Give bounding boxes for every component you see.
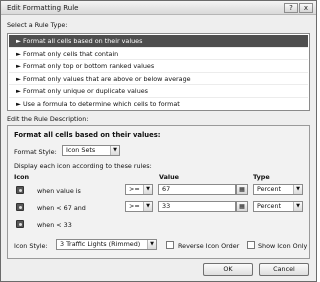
arrow-icon: ► [16, 37, 21, 45]
dropdown-arrow-icon: ▼ [143, 202, 152, 211]
rule-type-label: Format all cells based on their values [23, 37, 143, 45]
title-bar: Edit Formatting Rule ? x [1, 1, 316, 15]
display-rules-text: Display each icon according to these rul… [14, 162, 152, 170]
arrow-icon: ► [16, 74, 21, 83]
cancel-button[interactable]: Cancel [259, 263, 309, 276]
row1-type-select[interactable]: Percent ▼ [253, 184, 303, 195]
rule-type-label: Format only cells that contain [23, 49, 119, 58]
rule-type-list: ► Format all cells based on their values … [7, 33, 310, 111]
show-icon-only-label[interactable]: Show Icon Only [258, 242, 307, 250]
dialog-title: Edit Formatting Rule [7, 4, 79, 12]
dropdown-arrow-icon: ▼ [110, 146, 119, 155]
traffic-light-green-icon[interactable] [16, 186, 24, 194]
rule-heading: Format all cells based on their values: [14, 131, 161, 139]
row1-operator-value: >= [129, 185, 140, 193]
ok-button[interactable]: OK [203, 263, 253, 276]
rule-type-item-top-bottom[interactable]: ► Format only top or bottom ranked values [9, 60, 308, 73]
traffic-light-red-icon[interactable] [16, 220, 24, 228]
icon-column-header: Icon [14, 173, 30, 181]
rule-type-item-unique[interactable]: ► Format only unique or duplicate values [9, 85, 308, 98]
row2-type-select[interactable]: Percent ▼ [253, 201, 303, 212]
reverse-icon-order-checkbox[interactable] [166, 241, 174, 249]
rule-type-item-contain[interactable]: ► Format only cells that contain [9, 48, 308, 60]
arrow-icon: ► [16, 87, 21, 95]
select-rule-type-label: Select a Rule Type: [7, 21, 68, 29]
reverse-icon-order-label[interactable]: Reverse Icon Order [178, 242, 239, 250]
arrow-icon: ► [16, 99, 21, 108]
dropdown-arrow-icon: ▼ [293, 185, 302, 194]
row2-value-input[interactable]: 33 [158, 201, 236, 212]
edit-formatting-rule-dialog: Edit Formatting Rule ? x Select a Rule T… [0, 0, 317, 282]
edit-rule-description-label: Edit the Rule Description: [7, 115, 89, 123]
format-style-label: Format Style: [14, 148, 57, 156]
row2-type-value: Percent [257, 202, 282, 210]
row3-condition: when < 33 [37, 221, 72, 229]
rule-description-panel: Format all cells based on their values: … [7, 125, 310, 259]
row2-operator-value: >= [129, 202, 140, 210]
icon-style-label: Icon Style: [14, 242, 48, 250]
dropdown-arrow-icon: ▼ [143, 185, 152, 194]
dropdown-arrow-icon: ▼ [147, 240, 156, 249]
row1-operator-select[interactable]: >= ▼ [125, 184, 153, 195]
row1-condition: when value is [37, 187, 81, 195]
rule-type-item-formula[interactable]: ► Use a formula to determine which cells … [9, 98, 308, 111]
value-column-header: Value [159, 173, 179, 181]
row1-value-input[interactable]: 67 [158, 184, 236, 195]
row1-type-value: Percent [257, 185, 282, 193]
help-button[interactable]: ? [284, 3, 298, 13]
traffic-light-yellow-icon[interactable] [16, 203, 24, 211]
type-column-header: Type [253, 173, 270, 181]
row2-condition: when < 67 and [37, 204, 86, 212]
rule-type-label: Format only values that are above or bel… [23, 74, 191, 83]
row2-operator-select[interactable]: >= ▼ [125, 201, 153, 212]
arrow-icon: ► [16, 62, 21, 70]
icon-style-value: 3 Traffic Lights (Rimmed) [60, 240, 141, 248]
format-style-value: Icon Sets [66, 146, 96, 154]
dropdown-arrow-icon: ▼ [293, 202, 302, 211]
rule-type-label: Format only top or bottom ranked values [23, 62, 155, 70]
rule-type-item-all-cells[interactable]: ► Format all cells based on their values [9, 35, 308, 48]
rule-type-label: Use a formula to determine which cells t… [23, 99, 180, 108]
rule-type-item-average[interactable]: ► Format only values that are above or be… [9, 73, 308, 85]
arrow-icon: ► [16, 49, 21, 58]
range-selector-icon[interactable]: ▦ [236, 201, 248, 212]
range-selector-icon[interactable]: ▦ [236, 184, 248, 195]
format-style-select[interactable]: Icon Sets ▼ [62, 145, 120, 156]
rule-type-label: Format only unique or duplicate values [23, 87, 149, 95]
show-icon-only-checkbox[interactable] [247, 241, 255, 249]
close-button[interactable]: x [299, 3, 313, 13]
icon-style-select[interactable]: 3 Traffic Lights (Rimmed) ▼ [56, 239, 157, 250]
